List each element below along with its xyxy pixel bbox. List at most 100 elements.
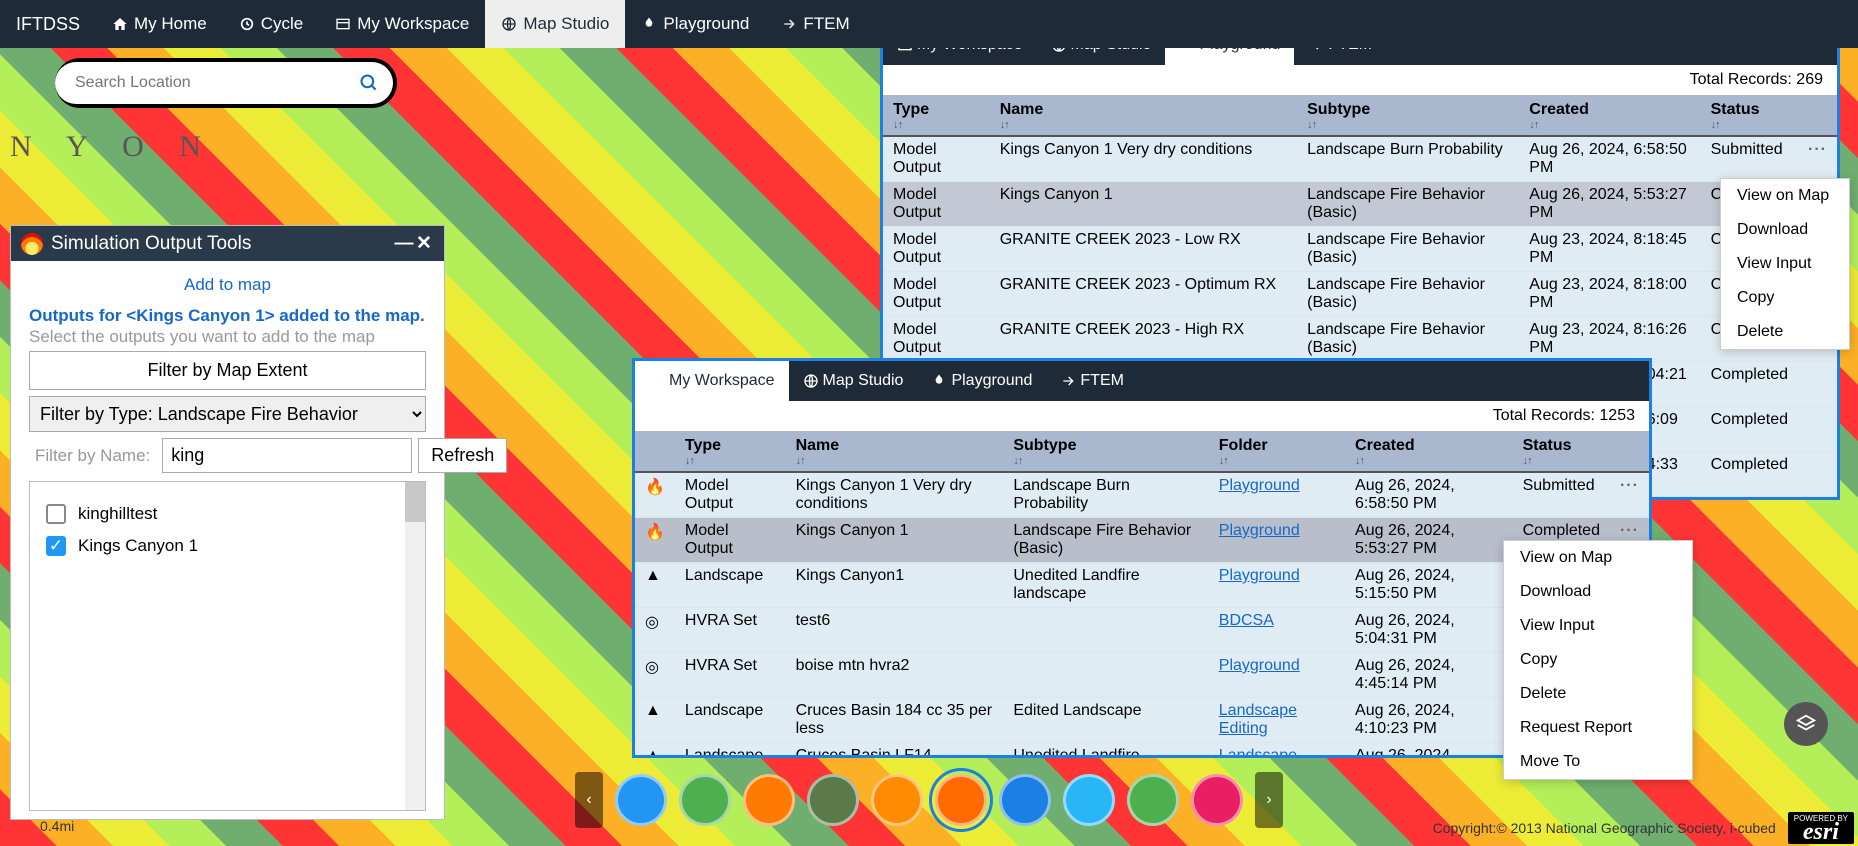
- panel-tab-ftem[interactable]: FTEM: [1046, 361, 1138, 401]
- table-row[interactable]: Model OutputGRANITE CREEK 2023 - Low RXL…: [883, 227, 1837, 272]
- search-input[interactable]: [55, 62, 375, 104]
- toolbar-prev-button[interactable]: ‹: [575, 772, 603, 828]
- cell-type: HVRA Set: [675, 653, 786, 698]
- toolbar-tool-9[interactable]: [1191, 774, 1243, 826]
- filter-name-input[interactable]: [162, 438, 412, 473]
- column-header[interactable]: Created↓↑: [1519, 95, 1700, 136]
- table-row[interactable]: 🔥Model OutputKings Canyon 1 Very dry con…: [635, 472, 1649, 518]
- esri-logo: esri: [1803, 819, 1839, 845]
- cell-type: Model Output: [883, 317, 990, 362]
- table-row[interactable]: Model OutputGRANITE CREEK 2023 - High RX…: [883, 317, 1837, 362]
- table-row[interactable]: 🔥Model OutputKings Canyon 1Landscape Fir…: [635, 518, 1649, 563]
- nav-playground[interactable]: Playground: [625, 0, 765, 48]
- table-row[interactable]: ▲LandscapeCruces Basin 184 cc 35 per les…: [635, 698, 1649, 743]
- toolbar-next-button[interactable]: ›: [1255, 772, 1283, 828]
- menu-item-view-on-map[interactable]: View on Map: [1721, 179, 1849, 213]
- column-header[interactable]: [1610, 431, 1649, 472]
- column-header[interactable]: Type↓↑: [675, 431, 786, 472]
- nav-ftem[interactable]: FTEM: [765, 0, 865, 48]
- menu-item-copy[interactable]: Copy: [1504, 643, 1692, 677]
- scrollbar[interactable]: [405, 482, 425, 810]
- output-list-item[interactable]: kinghilltest: [42, 498, 413, 530]
- menu-item-view-input[interactable]: View Input: [1504, 609, 1692, 643]
- column-header[interactable]: Status↓↑: [1701, 95, 1798, 136]
- attribution-text: Copyright:© 2013 National Geographic Soc…: [1433, 820, 1776, 836]
- checkbox[interactable]: [46, 504, 66, 524]
- folder-link[interactable]: Playground: [1219, 522, 1300, 539]
- type-icon: ▲: [645, 747, 661, 758]
- type-icon: ◎: [645, 614, 659, 631]
- column-header[interactable]: [1798, 95, 1837, 136]
- nav-cycle[interactable]: Cycle: [223, 0, 320, 48]
- menu-item-delete[interactable]: Delete: [1504, 677, 1692, 711]
- cell-icon: ▲: [635, 743, 675, 759]
- menu-item-delete[interactable]: Delete: [1721, 315, 1849, 349]
- toolbar-tool-8[interactable]: [1127, 774, 1179, 826]
- table-row[interactable]: ◎HVRA Settest6BDCSAAug 26, 2024, 5:04:31…: [635, 608, 1649, 653]
- cell-created: Aug 23, 2024, 8:18:00 PM: [1519, 272, 1700, 317]
- folder-link[interactable]: Playground: [1219, 567, 1300, 584]
- column-header[interactable]: Created↓↑: [1345, 431, 1513, 472]
- cell-folder: Landscape Editing: [1209, 743, 1345, 759]
- column-header[interactable]: Status↓↑: [1513, 431, 1610, 472]
- table-row[interactable]: ▲LandscapeCruces Basin LF14Unedited Land…: [635, 743, 1649, 759]
- panel-tab-my-workspace[interactable]: My Workspace: [635, 361, 789, 401]
- folder-link[interactable]: BDCSA: [1219, 612, 1274, 629]
- search-icon[interactable]: [345, 62, 393, 104]
- column-header[interactable]: Folder↓↑: [1209, 431, 1345, 472]
- menu-item-view-input[interactable]: View Input: [1721, 247, 1849, 281]
- menu-item-copy[interactable]: Copy: [1721, 281, 1849, 315]
- menu-item-request-report[interactable]: Request Report: [1504, 711, 1692, 745]
- layer-info-button[interactable]: [1784, 702, 1828, 746]
- menu-item-download[interactable]: Download: [1504, 575, 1692, 609]
- folder-link[interactable]: Landscape Editing: [1219, 747, 1297, 758]
- output-list-item[interactable]: ✓Kings Canyon 1: [42, 530, 413, 562]
- row-actions-button[interactable]: ···: [1620, 522, 1639, 539]
- panel-tab-playground[interactable]: Playground: [917, 361, 1046, 401]
- toolbar-tool-3[interactable]: [807, 774, 859, 826]
- filter-map-extent-button[interactable]: Filter by Map Extent: [29, 351, 426, 390]
- panel-tab-map-studio[interactable]: Map Studio: [789, 361, 918, 401]
- toolbar-tool-4[interactable]: [871, 774, 923, 826]
- table-row[interactable]: ◎HVRA Setboise mtn hvra2PlaygroundAug 26…: [635, 653, 1649, 698]
- toolbar-tool-7[interactable]: [1063, 774, 1115, 826]
- row-actions-button[interactable]: ···: [1808, 141, 1827, 158]
- menu-item-move-to[interactable]: Move To: [1504, 745, 1692, 779]
- menu-item-download[interactable]: Download: [1721, 213, 1849, 247]
- toolbar-tool-5[interactable]: [935, 774, 987, 826]
- toolbar-tool-1[interactable]: [679, 774, 731, 826]
- table-row[interactable]: Model OutputGRANITE CREEK 2023 - Optimum…: [883, 272, 1837, 317]
- nav-map-studio[interactable]: Map Studio: [485, 0, 625, 48]
- minimize-button[interactable]: —: [394, 233, 414, 255]
- folder-link[interactable]: Playground: [1219, 477, 1300, 494]
- toolbar-tool-6[interactable]: [999, 774, 1051, 826]
- menu-item-view-on-map[interactable]: View on Map: [1504, 541, 1692, 575]
- table-row[interactable]: Model OutputKings Canyon 1 Very dry cond…: [883, 136, 1837, 182]
- folder-link[interactable]: Playground: [1219, 657, 1300, 674]
- toolbar-tool-2[interactable]: [743, 774, 795, 826]
- refresh-button[interactable]: Refresh: [418, 438, 507, 473]
- column-header[interactable]: Type↓↑: [883, 95, 990, 136]
- panel-header: Simulation Output Tools — ✕: [11, 226, 444, 261]
- column-header[interactable]: Name↓↑: [786, 431, 1004, 472]
- cell-folder: Playground: [1209, 518, 1345, 563]
- panel-nav: My WorkspaceMap StudioPlaygroundFTEM: [635, 361, 1649, 401]
- add-to-map-link[interactable]: Add to map: [29, 269, 426, 305]
- row-actions-button[interactable]: ···: [1620, 477, 1639, 494]
- close-button[interactable]: ✕: [414, 232, 434, 255]
- checkbox[interactable]: ✓: [46, 536, 66, 556]
- cell-icon: ▲: [635, 563, 675, 608]
- column-header[interactable]: [635, 431, 675, 472]
- nav-my-home[interactable]: My Home: [96, 0, 223, 48]
- folder-link[interactable]: Landscape Editing: [1219, 702, 1297, 737]
- cell-created: Aug 26, 2024, 6:58:50 PM: [1345, 472, 1513, 518]
- toolbar-tool-0[interactable]: [615, 774, 667, 826]
- sort-icon: ↓↑: [1013, 455, 1198, 467]
- column-header[interactable]: Subtype↓↑: [1297, 95, 1519, 136]
- table-row[interactable]: ▲LandscapeKings Canyon1Unedited Landfire…: [635, 563, 1649, 608]
- nav-my-workspace[interactable]: My Workspace: [319, 0, 485, 48]
- column-header[interactable]: Subtype↓↑: [1003, 431, 1208, 472]
- filter-type-select[interactable]: Filter by Type: Landscape Fire Behavior: [29, 396, 426, 432]
- column-header[interactable]: Name↓↑: [990, 95, 1297, 136]
- table-row[interactable]: Model OutputKings Canyon 1Landscape Fire…: [883, 182, 1837, 227]
